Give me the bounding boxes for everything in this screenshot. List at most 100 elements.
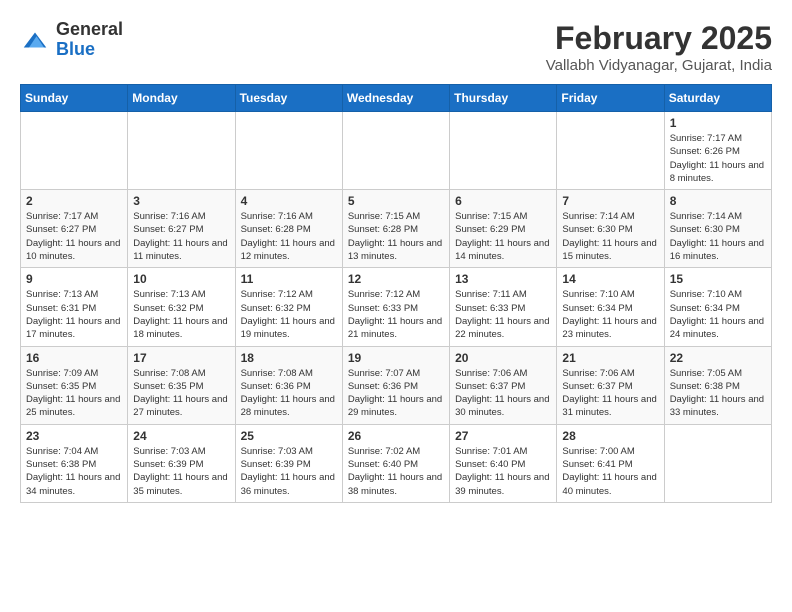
day-number: 2 — [26, 194, 122, 208]
day-number: 21 — [562, 351, 658, 365]
calendar-cell — [342, 112, 449, 190]
day-number: 27 — [455, 429, 551, 443]
page-title: February 2025 — [546, 20, 772, 57]
day-number: 7 — [562, 194, 658, 208]
day-number: 17 — [133, 351, 229, 365]
calendar-cell: 8 Sunrise: 7:14 AM Sunset: 6:30 PM Daylig… — [664, 190, 771, 268]
calendar-cell: 1 Sunrise: 7:17 AM Sunset: 6:26 PM Daylig… — [664, 112, 771, 190]
day-number: 28 — [562, 429, 658, 443]
day-number: 16 — [26, 351, 122, 365]
day-number: 25 — [241, 429, 337, 443]
calendar-week-row: 16 Sunrise: 7:09 AM Sunset: 6:35 PM Dayli… — [21, 346, 772, 424]
day-info: Sunrise: 7:10 AM Sunset: 6:34 PM Dayligh… — [670, 288, 766, 341]
calendar-cell: 26Sunrise: 7:02 AM Sunset: 6:40 PM Dayli… — [342, 424, 449, 502]
calendar-cell: 18 Sunrise: 7:08 AM Sunset: 6:36 PM Dayli… — [235, 346, 342, 424]
calendar-cell: 4 Sunrise: 7:16 AM Sunset: 6:28 PM Daylig… — [235, 190, 342, 268]
calendar-cell: 9 Sunrise: 7:13 AM Sunset: 6:31 PM Daylig… — [21, 268, 128, 346]
day-info: Sunrise: 7:07 AM Sunset: 6:36 PM Dayligh… — [348, 367, 444, 420]
day-number: 8 — [670, 194, 766, 208]
page-subtitle: Vallabh Vidyanagar, Gujarat, India — [546, 57, 772, 74]
day-info: Sunrise: 7:15 AM Sunset: 6:28 PM Dayligh… — [348, 210, 444, 263]
calendar-cell: 16 Sunrise: 7:09 AM Sunset: 6:35 PM Dayli… — [21, 346, 128, 424]
logo-icon — [20, 25, 50, 55]
title-block: February 2025 Vallabh Vidyanagar, Gujara… — [546, 20, 772, 74]
day-number: 4 — [241, 194, 337, 208]
day-number: 10 — [133, 272, 229, 286]
logo-text: General Blue — [56, 20, 123, 60]
day-number: 5 — [348, 194, 444, 208]
calendar-cell: 11 Sunrise: 7:12 AM Sunset: 6:32 PM Dayli… — [235, 268, 342, 346]
calendar-cell: 19 Sunrise: 7:07 AM Sunset: 6:36 PM Dayli… — [342, 346, 449, 424]
calendar-cell: 6 Sunrise: 7:15 AM Sunset: 6:29 PM Daylig… — [450, 190, 557, 268]
day-info: Sunrise: 7:03 AM Sunset: 6:39 PM Dayligh… — [133, 445, 229, 498]
calendar-cell: 25 Sunrise: 7:03 AM Sunset: 6:39 PM Dayli… — [235, 424, 342, 502]
calendar-cell: 22 Sunrise: 7:05 AM Sunset: 6:38 PM Dayli… — [664, 346, 771, 424]
weekday-header: Monday — [128, 85, 235, 112]
calendar-cell: 10Sunrise: 7:13 AM Sunset: 6:32 PM Dayli… — [128, 268, 235, 346]
day-number: 11 — [241, 272, 337, 286]
calendar-cell: 13Sunrise: 7:11 AM Sunset: 6:33 PM Dayli… — [450, 268, 557, 346]
day-number: 3 — [133, 194, 229, 208]
calendar-cell: 17 Sunrise: 7:08 AM Sunset: 6:35 PM Dayli… — [128, 346, 235, 424]
day-info: Sunrise: 7:12 AM Sunset: 6:32 PM Dayligh… — [241, 288, 337, 341]
day-info: Sunrise: 7:12 AM Sunset: 6:33 PM Dayligh… — [348, 288, 444, 341]
logo-blue: Blue — [56, 39, 95, 59]
day-info: Sunrise: 7:06 AM Sunset: 6:37 PM Dayligh… — [562, 367, 658, 420]
day-info: Sunrise: 7:09 AM Sunset: 6:35 PM Dayligh… — [26, 367, 122, 420]
weekday-header: Sunday — [21, 85, 128, 112]
calendar-header-row: SundayMondayTuesdayWednesdayThursdayFrid… — [21, 85, 772, 112]
day-number: 9 — [26, 272, 122, 286]
logo: General Blue — [20, 20, 123, 60]
day-info: Sunrise: 7:17 AM Sunset: 6:26 PM Dayligh… — [670, 132, 766, 185]
day-number: 15 — [670, 272, 766, 286]
calendar-cell — [21, 112, 128, 190]
calendar-cell: 27 Sunrise: 7:01 AM Sunset: 6:40 PM Dayli… — [450, 424, 557, 502]
day-info: Sunrise: 7:05 AM Sunset: 6:38 PM Dayligh… — [670, 367, 766, 420]
weekday-header: Tuesday — [235, 85, 342, 112]
calendar-week-row: 1 Sunrise: 7:17 AM Sunset: 6:26 PM Daylig… — [21, 112, 772, 190]
calendar-cell: 5 Sunrise: 7:15 AM Sunset: 6:28 PM Daylig… — [342, 190, 449, 268]
day-number: 24 — [133, 429, 229, 443]
day-number: 19 — [348, 351, 444, 365]
calendar-cell — [450, 112, 557, 190]
calendar-cell: 20 Sunrise: 7:06 AM Sunset: 6:37 PM Dayli… — [450, 346, 557, 424]
day-info: Sunrise: 7:15 AM Sunset: 6:29 PM Dayligh… — [455, 210, 551, 263]
calendar-cell: 23Sunrise: 7:04 AM Sunset: 6:38 PM Dayli… — [21, 424, 128, 502]
day-info: Sunrise: 7:16 AM Sunset: 6:27 PM Dayligh… — [133, 210, 229, 263]
day-info: Sunrise: 7:14 AM Sunset: 6:30 PM Dayligh… — [670, 210, 766, 263]
day-number: 1 — [670, 116, 766, 130]
weekday-header: Friday — [557, 85, 664, 112]
day-info: Sunrise: 7:13 AM Sunset: 6:31 PM Dayligh… — [26, 288, 122, 341]
day-number: 14 — [562, 272, 658, 286]
day-number: 22 — [670, 351, 766, 365]
day-info: Sunrise: 7:16 AM Sunset: 6:28 PM Dayligh… — [241, 210, 337, 263]
calendar-cell: 3 Sunrise: 7:16 AM Sunset: 6:27 PM Daylig… — [128, 190, 235, 268]
day-info: Sunrise: 7:04 AM Sunset: 6:38 PM Dayligh… — [26, 445, 122, 498]
day-info: Sunrise: 7:01 AM Sunset: 6:40 PM Dayligh… — [455, 445, 551, 498]
calendar-cell: 2Sunrise: 7:17 AM Sunset: 6:27 PM Daylig… — [21, 190, 128, 268]
calendar-cell: 7 Sunrise: 7:14 AM Sunset: 6:30 PM Daylig… — [557, 190, 664, 268]
day-info: Sunrise: 7:10 AM Sunset: 6:34 PM Dayligh… — [562, 288, 658, 341]
day-info: Sunrise: 7:08 AM Sunset: 6:36 PM Dayligh… — [241, 367, 337, 420]
calendar-cell: 15 Sunrise: 7:10 AM Sunset: 6:34 PM Dayli… — [664, 268, 771, 346]
day-info: Sunrise: 7:14 AM Sunset: 6:30 PM Dayligh… — [562, 210, 658, 263]
day-info: Sunrise: 7:08 AM Sunset: 6:35 PM Dayligh… — [133, 367, 229, 420]
day-info: Sunrise: 7:02 AM Sunset: 6:40 PM Dayligh… — [348, 445, 444, 498]
day-number: 20 — [455, 351, 551, 365]
day-number: 6 — [455, 194, 551, 208]
calendar-cell — [557, 112, 664, 190]
calendar-cell — [128, 112, 235, 190]
calendar-cell: 12 Sunrise: 7:12 AM Sunset: 6:33 PM Dayli… — [342, 268, 449, 346]
calendar-week-row: 2Sunrise: 7:17 AM Sunset: 6:27 PM Daylig… — [21, 190, 772, 268]
weekday-header: Thursday — [450, 85, 557, 112]
calendar-cell — [664, 424, 771, 502]
day-number: 18 — [241, 351, 337, 365]
day-info: Sunrise: 7:06 AM Sunset: 6:37 PM Dayligh… — [455, 367, 551, 420]
day-info: Sunrise: 7:00 AM Sunset: 6:41 PM Dayligh… — [562, 445, 658, 498]
day-number: 12 — [348, 272, 444, 286]
calendar-cell: 14 Sunrise: 7:10 AM Sunset: 6:34 PM Dayli… — [557, 268, 664, 346]
calendar-cell: 21 Sunrise: 7:06 AM Sunset: 6:37 PM Dayli… — [557, 346, 664, 424]
day-info: Sunrise: 7:03 AM Sunset: 6:39 PM Dayligh… — [241, 445, 337, 498]
calendar-cell: 24 Sunrise: 7:03 AM Sunset: 6:39 PM Dayli… — [128, 424, 235, 502]
calendar-table: SundayMondayTuesdayWednesdayThursdayFrid… — [20, 84, 772, 503]
